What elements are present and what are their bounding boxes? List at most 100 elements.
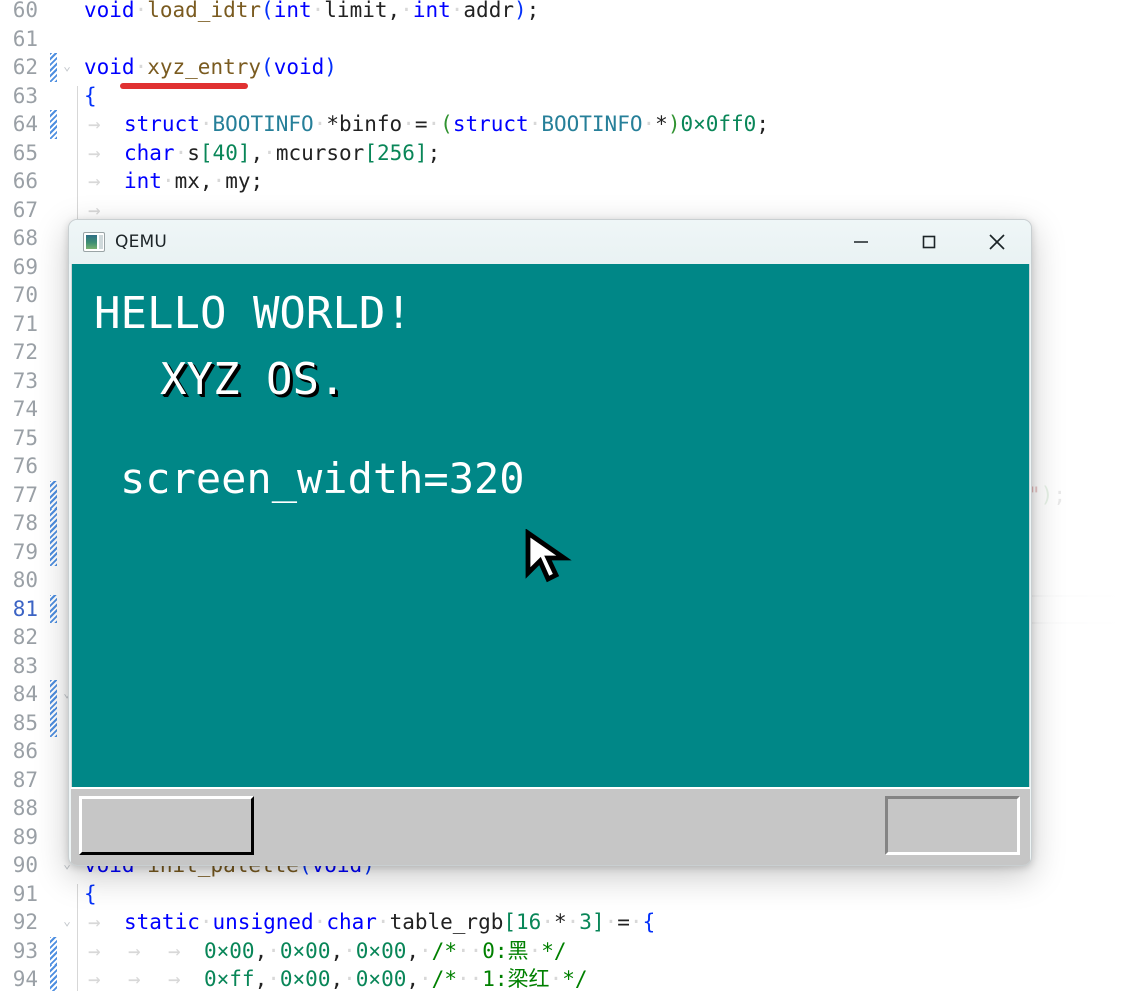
code-text: {: [84, 82, 97, 111]
code-token: mcursor: [275, 140, 365, 165]
indent-arrow-icon: →: [128, 967, 141, 991]
qemu-window[interactable]: QEMU HELLO WORLD! XYZ OS. screen_width=3…: [68, 219, 1032, 866]
indent-arrow-icon: →: [88, 112, 101, 136]
guest-taskbar-tray[interactable]: [885, 796, 1020, 855]
line-number: 83: [12, 653, 38, 678]
code-token: ,: [199, 169, 213, 193]
code-token: ,: [406, 967, 420, 991]
indent-arrow-icon: →: [88, 197, 101, 222]
code-token: /*: [431, 938, 457, 963]
code-token: s: [187, 140, 200, 165]
code-token: ·: [311, 0, 325, 22]
indent-arrow-icon: →: [88, 967, 101, 991]
code-token: 0×00: [279, 967, 331, 991]
code-token: struct: [452, 112, 529, 136]
code-token: ,: [330, 938, 344, 963]
code-token: ): [513, 0, 527, 22]
code-token: ,: [330, 967, 344, 991]
code-token: =: [414, 112, 428, 136]
maximize-icon: [922, 235, 936, 249]
code-line[interactable]: 94 → → → 0×ff,·0×00,·0×00,·/*··1:梁红·*/: [0, 965, 1122, 991]
code-token: ·: [400, 0, 413, 22]
code-token: [: [199, 140, 213, 165]
code-token: ): [1040, 482, 1054, 507]
code-token: (: [261, 0, 274, 22]
close-button[interactable]: [963, 220, 1031, 264]
guest-screen-text: screen_width=320: [120, 454, 525, 503]
git-change-marker: [50, 965, 57, 991]
line-number: 70: [12, 283, 38, 307]
line-number: 85: [12, 710, 38, 735]
line-number: 86: [12, 739, 38, 763]
code-token: addr: [463, 0, 514, 22]
code-line[interactable]: 61: [0, 25, 1122, 54]
code-token: ·: [134, 0, 148, 22]
line-number: 76: [12, 454, 38, 478]
git-change-marker: [50, 594, 57, 623]
code-token: 0×00: [204, 938, 255, 963]
qemu-app-icon: [83, 232, 105, 252]
line-number: 75: [12, 425, 38, 450]
code-token: ·: [642, 112, 656, 136]
line-number: 79: [12, 539, 38, 564]
section-separator: [1030, 622, 1122, 624]
code-token: ,: [254, 967, 268, 991]
code-line[interactable]: 92 ⌄ → static·unsigned·char·table_rgb[16·*·…: [0, 908, 1122, 937]
minimize-button[interactable]: [827, 220, 895, 264]
code-token: ·: [343, 967, 356, 991]
guest-taskbar-button[interactable]: [79, 796, 254, 855]
line-number: 82: [12, 625, 38, 649]
code-text: → → → 0×00,·0×00,·0×00,·/*··0:黑·*/: [88, 937, 567, 966]
code-token: binfo: [338, 112, 403, 136]
code-token: char: [124, 140, 175, 165]
code-token: 1:梁红: [482, 967, 550, 991]
code-token: static: [124, 910, 200, 934]
code-line[interactable]: 65 → char·s[40],·mcursor[256];: [0, 139, 1122, 168]
git-change-marker: [50, 480, 57, 509]
indent-guide: [77, 884, 78, 991]
code-token: ·: [629, 910, 643, 934]
code-token: 0×ff: [204, 967, 255, 991]
qemu-guest-screen[interactable]: HELLO WORLD! XYZ OS. screen_width=320: [71, 264, 1030, 787]
git-change-marker: [50, 708, 57, 737]
code-token: table_rgb: [389, 910, 504, 934]
line-number: 90: [12, 853, 38, 877]
code-line[interactable]: 62 ⌄ void·xyz_entry(void): [0, 53, 1122, 82]
code-token: struct: [124, 112, 200, 136]
fold-chevron-icon[interactable]: ⌄: [60, 53, 74, 82]
code-token: ,: [387, 0, 401, 22]
window-controls[interactable]: [827, 220, 1031, 264]
code-token: ;: [250, 169, 264, 193]
line-number: 74: [12, 397, 38, 421]
code-token: *: [553, 910, 567, 934]
line-number: 60: [12, 0, 38, 22]
code-line[interactable]: 93 → → → 0×00,·0×00,·0×00,·/*··0:黑·*/: [0, 936, 1122, 966]
code-line[interactable]: 66 → int·mx,·my;: [0, 167, 1122, 196]
code-text: void·load_idtr(int·limit,·int·addr);: [84, 0, 539, 25]
qemu-window-title: QEMU: [115, 232, 168, 252]
screen-root: 60 void·load_idtr(int·limit,·int·addr); 61…: [0, 0, 1122, 991]
maximize-button[interactable]: [895, 220, 963, 264]
code-token: ·: [541, 910, 554, 934]
code-line[interactable]: 91 {: [0, 880, 1122, 909]
indent-arrow-icon: →: [88, 169, 101, 193]
line-number: 92: [12, 910, 38, 934]
code-token: int: [124, 169, 162, 193]
code-token: ·: [419, 967, 432, 991]
code-token: ·: [549, 967, 563, 991]
code-line[interactable]: 64 → struct·BOOTINFO·*binfo·=·(struct·BOOT…: [0, 110, 1122, 139]
code-token: ]: [591, 910, 605, 934]
code-token: ;: [427, 140, 441, 165]
code-token: limit: [324, 0, 388, 22]
fold-chevron-icon[interactable]: ⌄: [60, 908, 74, 937]
code-text: → → → 0×ff,·0×00,·0×00,·/*··1:梁红·*/: [88, 965, 588, 991]
code-line[interactable]: 60 void·load_idtr(int·limit,·int·addr);: [0, 0, 1122, 25]
code-token: ·: [313, 112, 327, 136]
code-token: ,: [250, 140, 264, 165]
code-token: ··: [456, 938, 483, 963]
qemu-titlebar[interactable]: QEMU: [69, 220, 1031, 264]
line-number: 81: [12, 596, 38, 621]
guest-taskbar[interactable]: [71, 787, 1030, 865]
line-number: 71: [12, 311, 38, 336]
code-token: ·: [267, 967, 280, 991]
